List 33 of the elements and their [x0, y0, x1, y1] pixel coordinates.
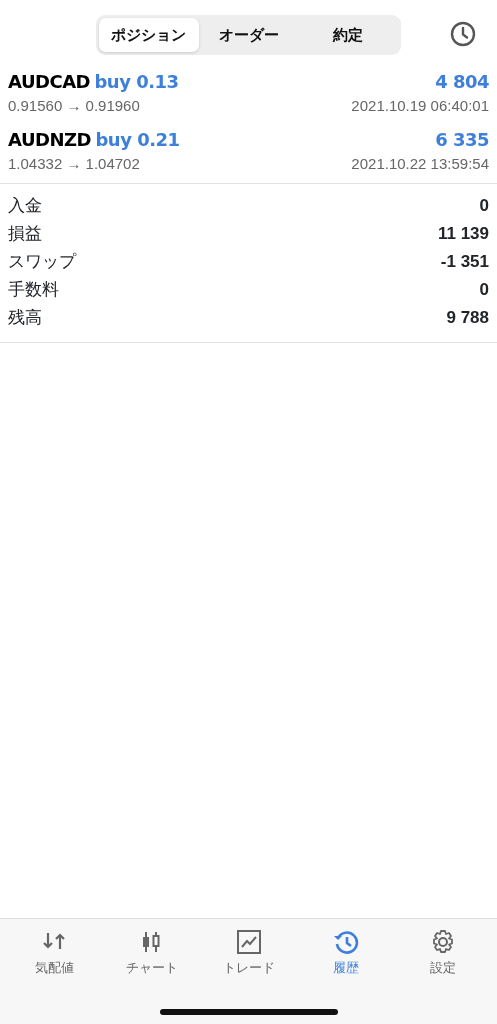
deal-profit: 4 804: [435, 70, 489, 94]
deal-row[interactable]: AUDNZD buy 0.21 6 335 1.04332 → 1.04702 2021.10.22 13:59:54: [0, 125, 497, 183]
deal-time: 2021.10.22 13:59:54: [351, 153, 489, 174]
summary-label: 損益: [8, 223, 42, 245]
summary-value: 9 788: [446, 307, 489, 329]
history-icon: [332, 929, 359, 955]
segment-tab[interactable]: 約定: [298, 17, 398, 53]
summary-label: 残高: [8, 307, 42, 329]
deal-symbol: AUDNZD: [8, 128, 91, 150]
summary-value: 11 139: [437, 223, 489, 245]
deal-prices: 0.91560 → 0.91960: [8, 96, 140, 116]
deal-row[interactable]: AUDCAD buy 0.13 4 804 0.91560 → 0.91960 2021.10.19 06:40:01: [0, 68, 497, 126]
summary-value: 0: [479, 279, 489, 301]
summary-label: スワップ: [8, 251, 76, 273]
deal-side: buy 0.21: [95, 128, 180, 150]
tab-bar-item[interactable]: 気配値: [19, 929, 90, 978]
deal-time: 2021.10.19 06:40:01: [351, 96, 489, 116]
line-chart-icon: [235, 929, 262, 955]
segment-tab[interactable]: オーダー: [198, 17, 299, 53]
tab-bar-item[interactable]: トレード: [213, 929, 284, 978]
summary-value: -1 351: [440, 251, 489, 273]
clock-icon[interactable]: [450, 21, 476, 47]
deal-profit: 6 335: [435, 127, 489, 152]
tab-bar-item[interactable]: 設定: [407, 929, 478, 978]
segment-tab[interactable]: ポジション: [99, 17, 199, 53]
tab-bar-item[interactable]: チャート: [116, 929, 187, 978]
deal-prices: 1.04332 → 1.04702: [8, 153, 140, 174]
summary-value: 0: [479, 195, 489, 217]
tab-bar-item[interactable]: 履歴: [310, 929, 381, 978]
summary-label: 手数料: [8, 279, 59, 301]
summary-label: 入金: [8, 195, 42, 217]
deal-symbol: AUDCAD: [8, 71, 91, 92]
deal-side: buy 0.13: [94, 71, 179, 92]
